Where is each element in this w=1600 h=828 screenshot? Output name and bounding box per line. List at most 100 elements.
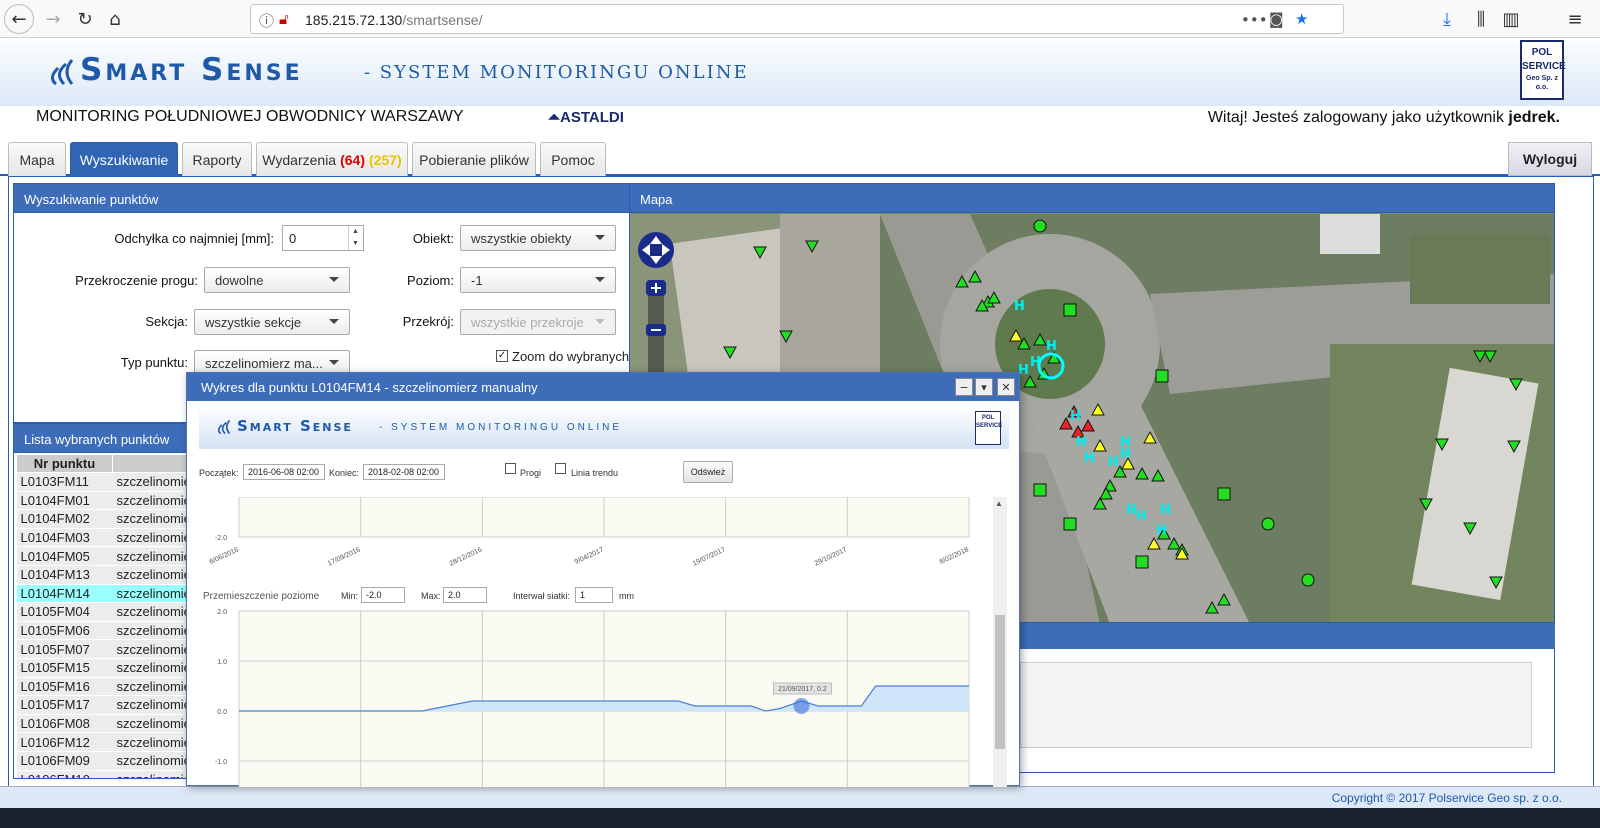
hover-point[interactable] <box>793 698 810 714</box>
end-date-input[interactable]: 2018-02-08 02:00 <box>363 464 445 480</box>
downloads-icon[interactable]: ⤓ <box>1432 4 1462 34</box>
sensor-marker[interactable] <box>1217 487 1231 501</box>
url-bar[interactable]: ⓘ 🔓︎ 185.215.72.130/smartsense/ ••• ◙ ★ <box>250 4 1344 34</box>
tab-pobieranie[interactable]: Pobieranie plików <box>412 142 536 176</box>
start-date-input[interactable]: 2016-06-08 02:00 <box>243 464 325 480</box>
details-textarea[interactable] <box>1020 662 1532 748</box>
max-input[interactable]: 2.0 <box>443 587 487 603</box>
tab-wydarzenia[interactable]: Wydarzenia (64) (257) <box>256 142 408 176</box>
crack-gauge-marker[interactable]: H <box>1108 455 1119 470</box>
level-value: -1 <box>471 273 483 288</box>
level-select[interactable]: -1 <box>460 267 616 293</box>
back-icon[interactable]: ← <box>4 4 34 34</box>
logout-button[interactable]: Wyloguj <box>1508 142 1592 176</box>
chart-scroll-area[interactable]: 8/06/2016 17/09/2016 28/12/2016 9/04/2017 19… <box>199 497 999 787</box>
sensor-marker[interactable] <box>1261 517 1275 531</box>
page-actions-icon[interactable]: ••• <box>1241 11 1268 29</box>
library-icon[interactable]: ⫼ <box>1466 4 1496 34</box>
table-row[interactable]: L0104FM01 szczelinomier <box>16 491 202 511</box>
crack-gauge-marker[interactable]: H <box>1160 503 1171 518</box>
crack-gauge-marker[interactable]: H <box>1120 447 1131 462</box>
table-row[interactable]: L0103FM11 szczelinomier <box>16 472 202 492</box>
scroll-thumb[interactable] <box>995 615 1005 749</box>
cross-section-label: Przekrój: <box>402 314 454 329</box>
tab-mapa[interactable]: Mapa <box>8 142 66 176</box>
section-select[interactable]: wszystkie sekcje <box>194 309 350 335</box>
sensor-marker[interactable] <box>1063 517 1077 531</box>
sidebar-icon[interactable]: ▥ <box>1496 4 1526 34</box>
chart-title: Przemieszczenie poziome <box>203 591 320 602</box>
table-row[interactable]: L0106FM10szczelinomier <box>16 770 202 778</box>
scroll-up-icon[interactable]: ▲ <box>995 499 1003 508</box>
chart-scrollbar[interactable]: ▲ <box>993 497 1007 787</box>
astaldi-icon: ⏶ <box>548 109 561 126</box>
url-text[interactable]: 185.215.72.130/smartsense/ <box>305 12 482 28</box>
point-number-cell: L0106FM08 <box>16 714 113 734</box>
table-row[interactable]: L0105FM06 szczelinomier <box>16 621 202 641</box>
sensor-marker[interactable] <box>1063 303 1077 317</box>
threshold-label: Przekroczenie progu: <box>75 273 198 288</box>
tooltip-text: 21/09/2017, 0.2 <box>778 686 827 693</box>
cross-section-select: wszystkie przekroje <box>460 309 616 335</box>
crack-gauge-marker[interactable]: H <box>1046 339 1057 354</box>
y-tick-label: -1.0 <box>215 759 227 766</box>
sensor-marker[interactable] <box>1135 555 1149 569</box>
table-row[interactable]: L0105FM04 szczelinomier <box>16 602 202 622</box>
menu-icon[interactable]: ≡ <box>1560 4 1590 34</box>
forward-icon[interactable]: → <box>38 4 68 34</box>
close-button[interactable]: ✕ <box>997 378 1015 396</box>
chart-displacement[interactable]: 2.0 1.0 0.0 -1.0 21/09/2017, 0.2 <box>199 603 999 787</box>
home-icon[interactable]: ⌂ <box>100 4 130 34</box>
minimize-button[interactable]: − <box>955 378 973 396</box>
pocket-icon[interactable]: ◙ <box>1269 10 1284 28</box>
table-row[interactable]: L0105FM17 szczelinomier <box>16 695 202 715</box>
tab-pomoc[interactable]: Pomoc <box>540 142 606 176</box>
object-label: Obiekt: <box>412 231 454 246</box>
min-input[interactable]: -2.0 <box>361 587 405 603</box>
table-row[interactable]: L0106FM09 szczelinomier <box>16 751 202 771</box>
table-row[interactable]: L0105FM07 szczelinomier <box>16 639 202 659</box>
crack-gauge-marker[interactable]: H <box>1136 509 1147 524</box>
table-row[interactable]: L0106FM08 szczelinomier <box>16 714 202 734</box>
sensor-marker[interactable] <box>1301 573 1315 587</box>
crack-gauge-marker[interactable]: H <box>1076 435 1087 450</box>
polservice-name: POL SERVICE <box>1522 47 1566 72</box>
chevron-down-icon <box>329 277 339 282</box>
main-tabs: Mapa Wyszukiwanie Raporty Wydarzenia (64)… <box>0 142 1600 176</box>
sensor-marker[interactable] <box>1033 483 1047 497</box>
crack-gauge-marker[interactable]: H <box>1084 451 1095 466</box>
chart-popup[interactable]: Wykres dla punktu L0104FM14 - szczelinom… <box>186 372 1020 787</box>
table-row[interactable]: L0104FM14 szczelinomier <box>16 584 202 604</box>
crack-gauge-marker[interactable]: H <box>1156 523 1167 538</box>
options-button[interactable]: ▾ <box>975 378 993 396</box>
threshold-select[interactable]: dowolne <box>204 267 350 293</box>
object-select[interactable]: wszystkie obiekty <box>460 225 616 251</box>
tab-raporty[interactable]: Raporty <box>182 142 252 176</box>
info-icon[interactable]: ⓘ <box>259 10 274 31</box>
crack-gauge-marker[interactable]: H <box>1014 299 1025 314</box>
insecure-lock-icon[interactable]: 🔓︎ <box>279 10 289 28</box>
table-row[interactable]: L0105FM16 szczelinomier <box>16 677 202 697</box>
zoom-checkbox[interactable]: ✓ <box>496 350 508 362</box>
table-row[interactable]: L0106FM12 szczelinomier <box>16 732 202 752</box>
popup-title[interactable]: Wykres dla punktu L0104FM14 - szczelinom… <box>187 373 1019 401</box>
tab-wyszukiwanie[interactable]: Wyszukiwanie <box>70 142 178 176</box>
col-header-number[interactable]: Nr punktu <box>16 454 113 473</box>
table-row[interactable]: L0105FM15 szczelinomier <box>16 658 202 678</box>
table-row[interactable]: L0104FM03 szczelinomier <box>16 528 202 548</box>
refresh-button[interactable]: Odśwież <box>683 461 733 483</box>
warning-count-badge: (257) <box>369 151 402 168</box>
crack-gauge-marker[interactable]: H <box>1070 409 1081 424</box>
reload-icon[interactable]: ↻ <box>70 4 100 34</box>
deviation-label: Odchyłka co najmniej [mm]: <box>114 231 274 246</box>
sensor-marker[interactable] <box>1155 369 1169 383</box>
bookmark-star-icon[interactable]: ★ <box>1295 10 1308 28</box>
table-row[interactable]: L0104FM05 szczelinomier <box>16 546 202 566</box>
table-row[interactable]: L0104FM13 szczelinomier <box>16 565 202 585</box>
grid-interval-input[interactable]: 1 <box>575 587 613 603</box>
thresholds-checkbox[interactable] <box>505 463 516 474</box>
sensor-marker[interactable] <box>1033 219 1047 233</box>
project-title: MONITORING POŁUDNIOWEJ OBWODNICY WARSZAW… <box>36 108 464 125</box>
table-row[interactable]: L0104FM02 szczelinomier <box>16 509 202 529</box>
trend-checkbox[interactable] <box>555 463 566 474</box>
